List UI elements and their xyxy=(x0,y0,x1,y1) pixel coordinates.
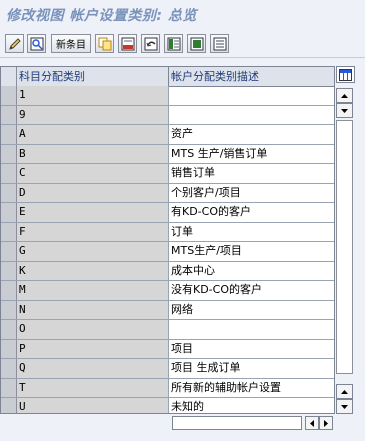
account-assignment-code[interactable]: G xyxy=(17,242,169,261)
row-selector[interactable] xyxy=(1,164,17,183)
account-assignment-code[interactable]: 1 xyxy=(17,86,169,105)
table-row[interactable]: E 有KD-CO的客户 xyxy=(1,203,334,223)
account-assignment-code[interactable]: M xyxy=(17,281,169,300)
table-row[interactable]: P 项目 xyxy=(1,339,334,359)
new-entries-button[interactable]: 新条目 xyxy=(51,34,91,53)
row-selector[interactable] xyxy=(1,144,17,163)
account-assignment-code[interactable]: B xyxy=(17,144,169,163)
account-assignment-code[interactable]: K xyxy=(17,261,169,280)
account-assignment-description[interactable] xyxy=(169,106,334,125)
row-selector[interactable] xyxy=(1,378,17,397)
account-assignment-description[interactable]: 个别客户/项目 xyxy=(169,184,334,203)
account-assignment-code[interactable]: A xyxy=(17,125,169,144)
delete-icon[interactable] xyxy=(118,34,137,53)
table-row[interactable]: C 销售订单 xyxy=(1,164,334,184)
scroll-down-icon[interactable] xyxy=(336,103,353,118)
table-row[interactable]: M 没有KD-CO的客户 xyxy=(1,281,334,301)
account-assignment-description[interactable]: MTS生产/项目 xyxy=(169,242,334,261)
table-row[interactable]: K 成本中心 xyxy=(1,261,334,281)
toolbar: 新条目 xyxy=(0,30,365,58)
table-row[interactable]: G MTS生产/项目 xyxy=(1,242,334,262)
scroll-thumb[interactable] xyxy=(336,120,353,374)
account-assignment-code[interactable]: P xyxy=(17,339,169,358)
account-assignment-description[interactable]: 销售订单 xyxy=(169,164,334,183)
copy-icon[interactable] xyxy=(95,34,114,53)
account-assignment-description[interactable]: 未知的 xyxy=(169,398,334,413)
row-selector[interactable] xyxy=(1,398,17,413)
account-assignment-description[interactable]: 网络 xyxy=(169,301,334,320)
account-assignment-code[interactable]: E xyxy=(17,203,169,222)
account-assignment-description[interactable] xyxy=(169,320,334,339)
select-all-rows-corner[interactable] xyxy=(1,67,17,86)
row-selector[interactable] xyxy=(1,86,17,105)
account-assignment-description[interactable]: 项目 xyxy=(169,340,334,359)
row-selector[interactable] xyxy=(1,222,17,241)
table-row[interactable]: 1 xyxy=(1,86,334,106)
edit-icon[interactable] xyxy=(5,34,24,53)
account-assignment-description[interactable]: 有KD-CO的客户 xyxy=(169,203,334,222)
row-selector[interactable] xyxy=(1,320,17,339)
page-up-icon[interactable] xyxy=(336,384,353,399)
account-assignment-description[interactable]: 资产 xyxy=(169,125,334,144)
vertical-scrollbar[interactable] xyxy=(336,86,355,414)
scroll-left-icon[interactable] xyxy=(305,416,319,430)
deselect-all-icon[interactable] xyxy=(210,34,229,53)
table-row[interactable]: 9 xyxy=(1,105,334,125)
account-assignment-code[interactable]: U xyxy=(17,398,169,413)
undo-icon[interactable] xyxy=(141,34,160,53)
account-assignment-code[interactable]: F xyxy=(17,222,169,241)
row-selector[interactable] xyxy=(1,359,17,378)
table-row[interactable]: B MTS 生产/销售订单 xyxy=(1,144,334,164)
account-assignment-code[interactable]: 9 xyxy=(17,105,169,124)
row-selector[interactable] xyxy=(1,261,17,280)
select-all-icon[interactable] xyxy=(164,34,183,53)
row-selector[interactable] xyxy=(1,339,17,358)
row-selector[interactable] xyxy=(1,105,17,124)
display-icon[interactable] xyxy=(27,34,46,53)
account-assignment-description[interactable]: MTS 生产/销售订单 xyxy=(169,145,334,164)
page-title: 修改视图 帐户设置类别: 总览 xyxy=(6,8,197,24)
scroll-right-icon[interactable] xyxy=(319,416,333,430)
table-row[interactable]: N 网络 xyxy=(1,300,334,320)
horizontal-scrollbar[interactable] xyxy=(168,416,334,430)
row-selector[interactable] xyxy=(1,300,17,319)
account-assignment-description[interactable]: 所有新的辅助帐户设置 xyxy=(169,379,334,398)
account-assignment-description[interactable]: 没有KD-CO的客户 xyxy=(169,281,334,300)
scroll-up-icon[interactable] xyxy=(336,88,353,103)
table-row[interactable]: T 所有新的辅助帐户设置 xyxy=(1,378,334,398)
account-assignment-code[interactable]: C xyxy=(17,164,169,183)
col-header-code[interactable]: 科目分配类别 xyxy=(17,67,169,86)
table-row[interactable]: D 个别客户/项目 xyxy=(1,183,334,203)
table-row[interactable]: F 订单 xyxy=(1,222,334,242)
table-row[interactable]: U 未知的 xyxy=(1,398,334,413)
page-down-icon[interactable] xyxy=(336,399,353,414)
table-header: 科目分配类别 帐户分配类别描述 xyxy=(1,67,334,87)
account-assignment-code[interactable]: O xyxy=(17,320,169,339)
row-selector[interactable] xyxy=(1,125,17,144)
account-assignment-code[interactable]: D xyxy=(17,183,169,202)
account-assignment-description[interactable]: 项目 生成订单 xyxy=(169,359,334,378)
account-assignment-description[interactable] xyxy=(169,86,334,105)
col-header-desc[interactable]: 帐户分配类别描述 xyxy=(169,67,334,86)
account-assignment-description[interactable]: 成本中心 xyxy=(169,262,334,281)
table-row[interactable]: O xyxy=(1,320,334,340)
select-block-icon[interactable] xyxy=(187,34,206,53)
row-selector[interactable] xyxy=(1,183,17,202)
row-selector[interactable] xyxy=(1,281,17,300)
table-layout-icon[interactable] xyxy=(336,66,355,83)
hscroll-track[interactable] xyxy=(172,416,302,430)
row-selector[interactable] xyxy=(1,242,17,261)
table-body: 1 9 A 资产 B MTS 生产/销售订单 C 销售订单 D 个别客户/项目 E 有KD-CO的客户… xyxy=(1,86,334,413)
account-assignment-code[interactable]: T xyxy=(17,378,169,397)
account-assignment-table: 科目分配类别 帐户分配类别描述 1 9 A 资产 B MTS 生产/销售订单 C 销售订单 D 个… xyxy=(0,66,335,414)
table-row[interactable]: Q 项目 生成订单 xyxy=(1,359,334,379)
account-assignment-description[interactable]: 订单 xyxy=(169,223,334,242)
table-row[interactable]: A 资产 xyxy=(1,125,334,145)
account-assignment-code[interactable]: N xyxy=(17,300,169,319)
new-entries-label: 新条目 xyxy=(56,40,86,51)
row-selector[interactable] xyxy=(1,203,17,222)
account-assignment-code[interactable]: Q xyxy=(17,359,169,378)
